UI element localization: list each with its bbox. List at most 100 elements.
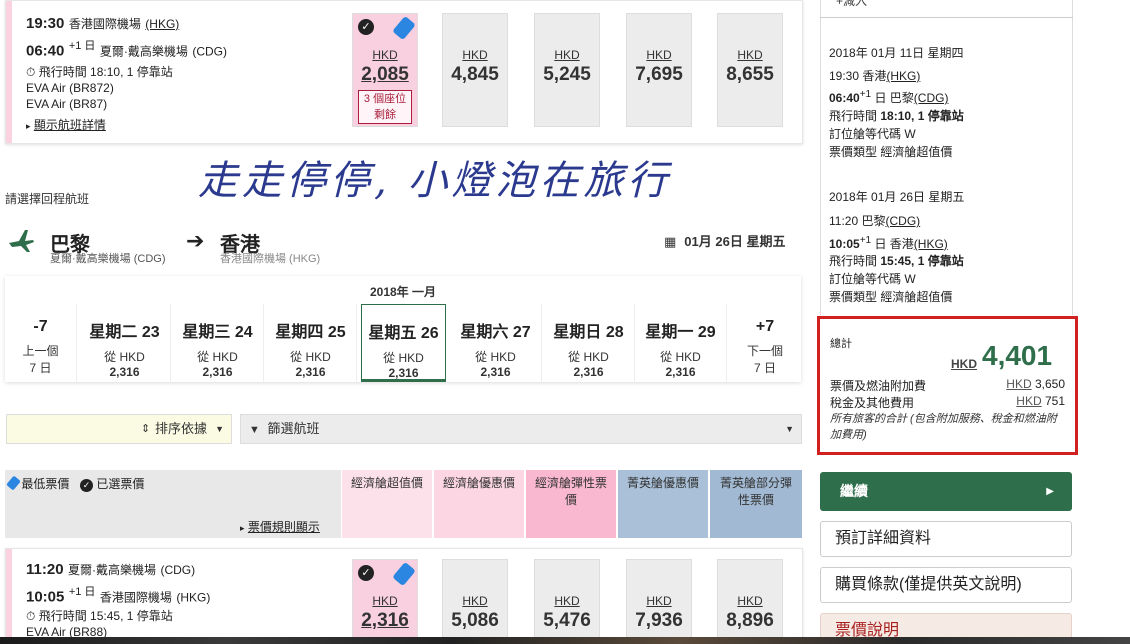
- segment2-date: 2018年 01月 26日 星期五: [829, 190, 965, 204]
- price-tag-icon: [6, 475, 21, 491]
- legend-selected: ✓ 已選票價: [80, 475, 144, 492]
- segment2-departure: 11:20 巴黎(CDG): [829, 214, 921, 228]
- inbound-departure: 11:20 夏爾·戴高樂機場 (CDG): [26, 561, 195, 579]
- next-week-button[interactable]: +7 下一個 7 日: [729, 304, 801, 382]
- legend-lowest: 最低票價: [6, 475, 69, 492]
- duration-text: 飛行時間 18:10, 1 停靠站: [38, 65, 173, 79]
- inbound-arrival: 10:05 +1 日 香港國際機場 (HKG): [26, 583, 210, 606]
- arrival-time: 06:40: [26, 42, 65, 60]
- segment1-duration: 飛行時間 18:10, 1 停靠站: [829, 109, 964, 123]
- purchase-terms-button[interactable]: 購買條款(僅提供英文說明): [820, 567, 1072, 603]
- destination-airport: 香港國際機場 (HKG): [220, 253, 321, 265]
- prev-week-button[interactable]: -7 上一個 7 日: [5, 304, 77, 382]
- arrival-code: (HKG): [176, 590, 211, 605]
- arrival-day-offset: +1 日: [68, 40, 96, 52]
- fare-currency: HKD: [737, 48, 763, 62]
- fare-currency: HKD: [372, 594, 398, 608]
- date-option[interactable]: 星期三 24 從 HKD 2,316: [172, 304, 264, 382]
- seats-remaining: 3 個座位剩餘: [358, 90, 412, 124]
- fare-amount: 5,086: [451, 610, 499, 631]
- sort-dropdown[interactable]: ⇕ 排序依據 ▼: [6, 414, 232, 444]
- date-option[interactable]: 星期日 28 從 HKD 2,316: [543, 304, 635, 382]
- fare-amount: 7,936: [635, 610, 683, 631]
- fare-option-elite-semiflex[interactable]: HKD 8,896: [717, 559, 783, 644]
- fare-option-economy-promo[interactable]: HKD 4,845: [442, 13, 508, 127]
- summary-top-cut: +減入: [836, 0, 868, 8]
- outbound-arrival: 06:40 +1 日 夏爾·戴高樂機場 (CDG): [26, 37, 227, 60]
- segment2-duration: 飛行時間 15:45, 1 停靠站: [829, 254, 964, 268]
- segment1-departure: 19:30 香港(HKG): [829, 69, 921, 83]
- arrival-airport: 香港國際機場: [99, 590, 172, 605]
- date-option[interactable]: 星期二 23 從 HKD 2,316: [79, 304, 171, 382]
- date-option[interactable]: 星期一 29 從 HKD 2,316: [635, 304, 727, 382]
- date-option-selected[interactable]: 星期五 26 從 HKD 2,316: [361, 304, 446, 382]
- fare-amount: 5,476: [543, 610, 591, 631]
- fare-amount: 4,845: [451, 64, 499, 85]
- total-currency: HKD: [951, 357, 977, 371]
- outbound-flight-card: 19:30 香港國際機場 (HKG) 06:40 +1 日 夏爾·戴高樂機場 (…: [5, 0, 803, 144]
- filter-dropdown[interactable]: ▼ 篩選航班 ▼: [240, 414, 802, 444]
- fare-currency: HKD: [554, 48, 580, 62]
- fare-column-header: 經濟艙超值價: [342, 470, 432, 538]
- fare-legend-panel: 最低票價 ✓ 已選票價 ▸ 票價規則顯示: [5, 470, 341, 538]
- segment2-fare-type: 票價類型 經濟艙超值價: [829, 290, 953, 304]
- continue-button[interactable]: 繼續 ▶: [820, 472, 1072, 511]
- fare-column-header: 經濟艙優惠價: [434, 470, 524, 538]
- price-tag-icon: [392, 561, 416, 587]
- fare-rules-link[interactable]: ▸ 票價規則顯示: [240, 518, 320, 535]
- calendar-month: 2018年 一月: [369, 285, 437, 299]
- segment1-arrival: 06:40+1 日 巴黎(CDG): [829, 89, 949, 105]
- fare-option-elite-promo[interactable]: HKD 7,936: [626, 559, 692, 644]
- watermark-text: 走走停停, 小燈泡在旅行: [198, 158, 672, 204]
- date-option[interactable]: 星期六 27 從 HKD 2,316: [450, 304, 542, 382]
- check-icon: ✓: [358, 19, 374, 35]
- fare-currency: HKD: [737, 594, 763, 608]
- chevron-right-icon: ▶: [1046, 486, 1054, 497]
- arrow-right-icon: ➔: [186, 228, 205, 253]
- fare-amount: 2,085: [361, 64, 409, 85]
- arrival-day-offset: +1 日: [68, 586, 96, 598]
- departure-code: (HKG): [145, 17, 180, 31]
- caret-down-icon: ▼: [215, 424, 224, 434]
- arrival-time: 10:05: [26, 588, 65, 606]
- outbound-departure: 19:30 香港國際機場 (HKG): [26, 15, 179, 33]
- segment1-date: 2018年 01月 11日 星期四: [829, 46, 964, 60]
- fare-amount: 5,245: [543, 64, 591, 85]
- check-circle-icon: ✓: [80, 479, 93, 492]
- fare-currency: HKD: [554, 594, 580, 608]
- stopwatch-icon: ⏱: [26, 609, 36, 623]
- fare-option-economy-saver[interactable]: ✓ HKD 2,085 3 個座位剩餘: [352, 13, 418, 127]
- bottom-dock-strip: [0, 637, 1130, 644]
- total-note: 所有旅客的合計 (包含附加服務、稅金和燃油附加費用): [830, 413, 1057, 441]
- fare-option-economy-flex[interactable]: HKD 5,245: [534, 13, 600, 127]
- fare-amount: 2,316: [361, 610, 409, 631]
- card-accent: [6, 549, 12, 644]
- fare-option-economy-saver[interactable]: ✓ HKD 2,316: [352, 559, 418, 644]
- caret-right-icon: ▸: [240, 523, 245, 533]
- caret-right-icon: ▸: [26, 121, 31, 131]
- fare-amount: 7,695: [635, 64, 683, 85]
- fare-amount: 8,655: [726, 64, 774, 85]
- segment2-class: 訂位艙等代碼 W: [829, 272, 916, 286]
- fare-option-economy-flex[interactable]: HKD 5,476: [534, 559, 600, 644]
- fare-option-elite-promo[interactable]: HKD 7,695: [626, 13, 692, 127]
- check-icon: ✓: [358, 565, 374, 581]
- fare-currency: HKD: [462, 594, 488, 608]
- departure-time: 11:20: [26, 561, 64, 578]
- caret-down-icon: ▼: [785, 424, 794, 434]
- fare-option-elite-semiflex[interactable]: HKD 8,655: [717, 13, 783, 127]
- outbound-airline-2: EVA Air (BR87): [26, 97, 108, 111]
- calendar-icon: ▦: [664, 234, 677, 249]
- sort-arrows-icon: ⇕: [141, 423, 151, 435]
- flight-details-link[interactable]: ▸ 顯示航班詳情: [26, 116, 106, 133]
- fare-currency: HKD: [372, 48, 398, 62]
- booking-details-button[interactable]: 預訂詳細資料: [820, 521, 1072, 557]
- fare-currency: HKD: [646, 48, 672, 62]
- outbound-airline-1: EVA Air (BR872): [26, 81, 114, 95]
- fare-column-header: 經濟艙彈性票價: [526, 470, 616, 538]
- date-option[interactable]: 星期四 25 從 HKD 2,316: [265, 304, 357, 382]
- date-selector: 2018年 一月 -7 上一個 7 日 星期二 23 從 HKD 2,316 星…: [5, 276, 801, 382]
- arrival-airport: 夏爾·戴高樂機場: [99, 44, 188, 59]
- departure-code: (CDG): [160, 563, 196, 577]
- fare-option-economy-promo[interactable]: HKD 5,086: [442, 559, 508, 644]
